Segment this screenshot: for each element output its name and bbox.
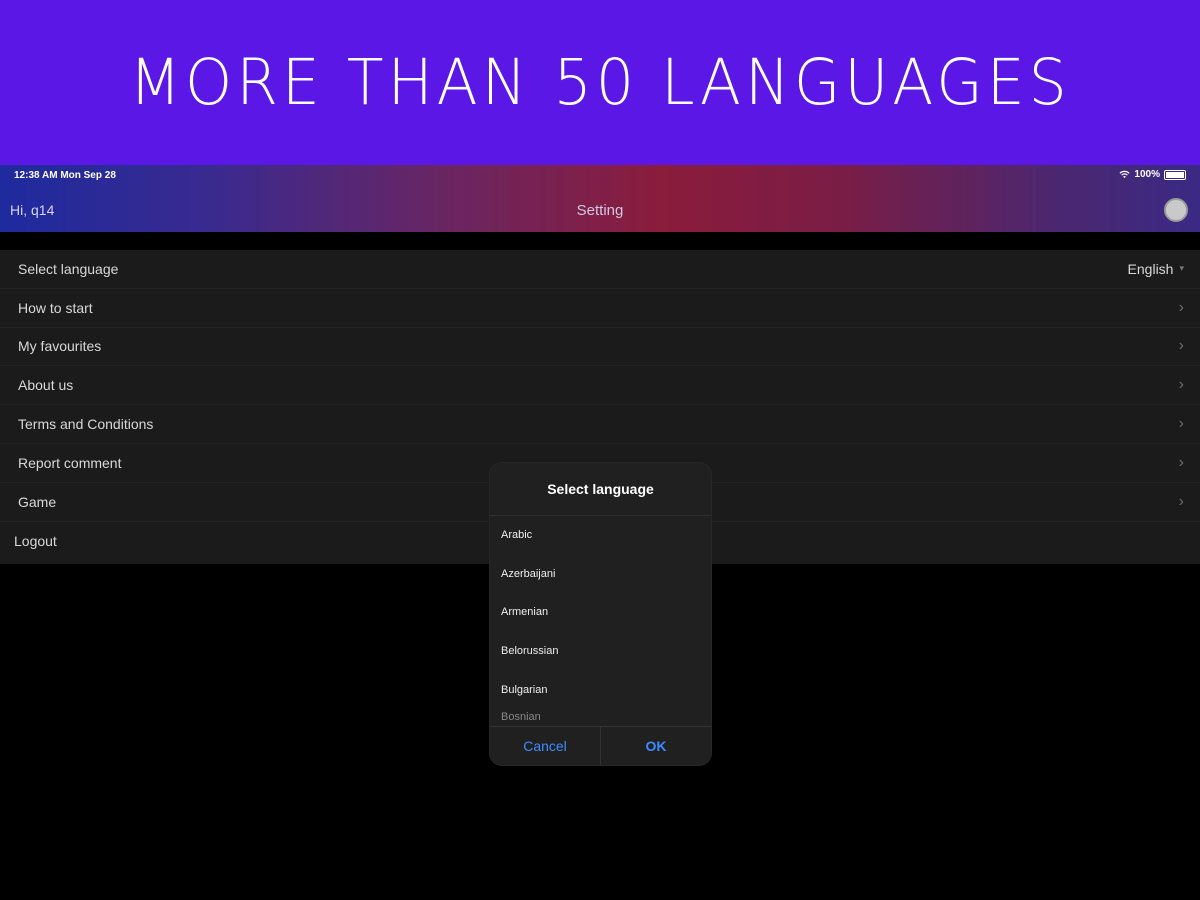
language-option[interactable]: Belorussian — [490, 632, 711, 671]
chevron-right-icon: › — [1178, 298, 1184, 316]
chevron-right-icon: › — [1178, 492, 1184, 510]
language-option[interactable]: Azerbaijani — [490, 555, 711, 594]
cancel-button[interactable]: Cancel — [490, 727, 601, 765]
settings-row-label: How to start — [18, 299, 93, 316]
language-option[interactable]: Bosnian — [490, 709, 711, 726]
dialog-actions: Cancel OK — [490, 726, 711, 765]
chevron-right-icon: › — [1178, 337, 1184, 355]
settings-row-about-us[interactable]: About us › — [0, 366, 1200, 406]
settings-row-my-favourites[interactable]: My favourites › — [0, 328, 1200, 367]
chevron-right-icon: › — [1178, 453, 1184, 471]
promo-banner: MORE THAN 50 LANGUAGES — [0, 0, 1200, 165]
app-header: 12:38 AM Mon Sep 28 100% Hi, q14 Setting — [0, 165, 1200, 232]
selected-language: English — [1127, 260, 1174, 277]
ok-button[interactable]: OK — [601, 727, 711, 765]
banner-title: MORE THAN 50 LANGUAGES — [129, 45, 1071, 120]
settings-row-label: Report comment — [18, 454, 122, 471]
chevron-down-icon: ▾ — [1179, 263, 1184, 274]
status-indicators: 100% — [1119, 169, 1186, 180]
settings-row-select-language[interactable]: Select language English ▾ — [0, 250, 1200, 289]
page-title: Setting — [576, 202, 624, 219]
avatar[interactable] — [1164, 198, 1188, 222]
settings-row-label: About us — [18, 377, 74, 394]
settings-row-how-to-start[interactable]: How to start › — [0, 289, 1200, 328]
language-option[interactable]: Arabic — [490, 516, 711, 555]
dialog-title: Select language — [490, 463, 711, 516]
settings-row-label: Select language — [18, 260, 119, 277]
logout-label: Logout — [14, 532, 57, 549]
settings-row-label: My favourites — [18, 338, 102, 355]
select-language-dialog: Select language Arabic Azerbaijani Armen… — [490, 463, 711, 765]
battery-percent: 100% — [1134, 169, 1160, 180]
language-dropdown[interactable]: English ▾ — [1128, 261, 1184, 277]
settings-row-terms[interactable]: Terms and Conditions › — [0, 405, 1200, 444]
language-option[interactable]: Armenian — [490, 593, 711, 632]
status-time: 12:38 AM Mon Sep 28 — [14, 170, 116, 181]
settings-row-label: Terms and Conditions — [18, 416, 154, 433]
chevron-right-icon: › — [1178, 376, 1184, 394]
battery-icon — [1164, 169, 1186, 180]
wifi-icon — [1119, 170, 1130, 179]
language-picker-list[interactable]: Arabic Azerbaijani Armenian Belorussian … — [490, 516, 711, 726]
language-option[interactable]: Bulgarian — [490, 670, 711, 709]
chevron-right-icon: › — [1178, 415, 1184, 433]
settings-row-label: Game — [18, 493, 57, 510]
